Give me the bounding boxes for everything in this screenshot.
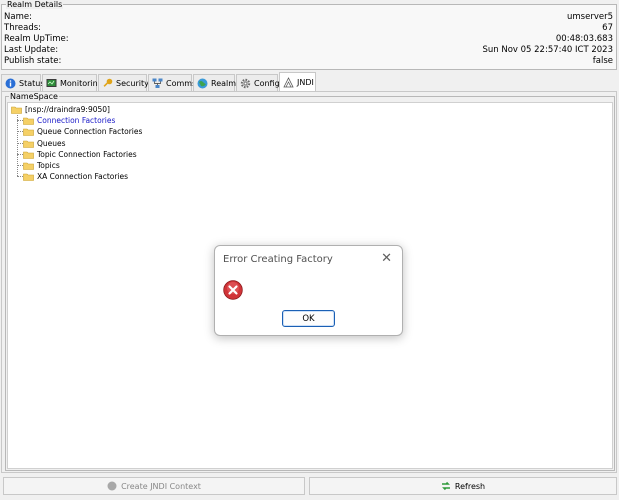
folder-icon bbox=[23, 140, 34, 148]
refresh-icon bbox=[441, 481, 451, 491]
tree-node-label: Connection Factories bbox=[37, 116, 116, 125]
folder-icon bbox=[23, 117, 34, 125]
realm-label: Publish state: bbox=[4, 56, 62, 66]
tree-node-label: Queues bbox=[37, 139, 66, 148]
tree-node-label: Queue Connection Factories bbox=[37, 127, 143, 136]
realm-row-name: Name: umserver5 bbox=[4, 12, 613, 23]
close-icon[interactable]: ✕ bbox=[381, 252, 392, 265]
key-icon bbox=[102, 78, 113, 89]
tab-label: Monitoring bbox=[60, 79, 103, 88]
tab-config[interactable]: Config bbox=[236, 74, 280, 92]
tab-monitoring[interactable]: Monitoring bbox=[42, 74, 103, 92]
tab-label: Config bbox=[254, 79, 280, 88]
monitor-icon bbox=[46, 78, 57, 89]
tree-node-label: Topic Connection Factories bbox=[37, 150, 137, 159]
folder-icon bbox=[23, 128, 34, 136]
tab-realms[interactable]: Realms bbox=[193, 74, 240, 92]
tab-label: Security bbox=[116, 79, 149, 88]
ok-button[interactable]: OK bbox=[282, 310, 335, 327]
realm-row-uptime: Realm UpTime: 00:48:03.683 bbox=[4, 34, 613, 45]
tree-node-label: [nsp://draindra9:9050] bbox=[25, 105, 110, 114]
tab-security[interactable]: Security bbox=[98, 74, 149, 92]
realm-row-last-update: Last Update: Sun Nov 05 22:57:40 ICT 202… bbox=[4, 45, 613, 56]
tab-jndi[interactable]: JNDI bbox=[279, 72, 316, 92]
realm-row-threads: Threads: 67 bbox=[4, 23, 613, 34]
folder-icon bbox=[23, 173, 34, 181]
realm-label: Last Update: bbox=[4, 45, 59, 55]
tree-node-label: Topics bbox=[37, 161, 60, 170]
create-jndi-context-button[interactable]: Create JNDI Context bbox=[3, 477, 305, 495]
realm-value: Sun Nov 05 22:57:40 ICT 2023 bbox=[482, 45, 613, 55]
tree-node-label: XA Connection Factories bbox=[37, 172, 129, 181]
tab-comms[interactable]: Comms bbox=[148, 74, 196, 92]
gear-icon bbox=[240, 78, 251, 89]
folder-icon bbox=[23, 151, 34, 159]
network-icon bbox=[152, 78, 163, 89]
tree-node-topics[interactable]: Topics bbox=[23, 160, 60, 171]
info-icon bbox=[5, 78, 16, 89]
realm-label: Name: bbox=[4, 12, 32, 22]
dialog-title: Error Creating Factory bbox=[223, 254, 333, 265]
tree-node-queue-connection-factories[interactable]: Queue Connection Factories bbox=[23, 126, 142, 137]
folder-open-icon bbox=[11, 106, 22, 114]
tab-label: JNDI bbox=[297, 78, 314, 87]
realm-row-publish-state: Publish state: false bbox=[4, 56, 613, 67]
tree-root-node[interactable]: [nsp://draindra9:9050] bbox=[11, 104, 110, 115]
tab-label: Status bbox=[19, 79, 45, 88]
realm-details-legend: Realm Details bbox=[6, 0, 64, 9]
realm-value: 00:48:03.683 bbox=[555, 34, 613, 44]
refresh-button[interactable]: Refresh bbox=[309, 477, 617, 495]
refresh-label: Refresh bbox=[454, 481, 486, 491]
create-context-icon bbox=[107, 481, 117, 491]
error-icon bbox=[223, 280, 243, 300]
namespace-legend: NameSpace bbox=[9, 92, 59, 101]
error-dialog: Error Creating Factory ✕ OK bbox=[214, 245, 403, 336]
realm-value: false bbox=[592, 56, 613, 66]
tree-node-queues[interactable]: Queues bbox=[23, 138, 66, 149]
tab-bar: Status Monitoring Security Comms Realms … bbox=[1, 72, 617, 92]
jndi-icon bbox=[283, 77, 294, 88]
tab-label: Comms bbox=[166, 79, 197, 88]
realm-value: 67 bbox=[602, 23, 613, 33]
tree-node-xa-connection-factories[interactable]: XA Connection Factories bbox=[23, 171, 128, 182]
tab-status[interactable]: Status bbox=[1, 74, 45, 92]
tree-connector bbox=[17, 115, 18, 176]
realm-value: umserver5 bbox=[567, 12, 613, 22]
realm-label: Realm UpTime: bbox=[4, 34, 69, 44]
tree-node-topic-connection-factories[interactable]: Topic Connection Factories bbox=[23, 149, 137, 160]
realm-details-panel: Realm Details Name: umserver5 Threads: 6… bbox=[1, 0, 617, 70]
tree-node-connection-factories[interactable]: Connection Factories bbox=[23, 115, 115, 126]
create-jndi-context-label: Create JNDI Context bbox=[121, 481, 201, 491]
realm-label: Threads: bbox=[4, 23, 42, 33]
folder-icon bbox=[23, 162, 34, 170]
globe-icon bbox=[197, 78, 208, 89]
